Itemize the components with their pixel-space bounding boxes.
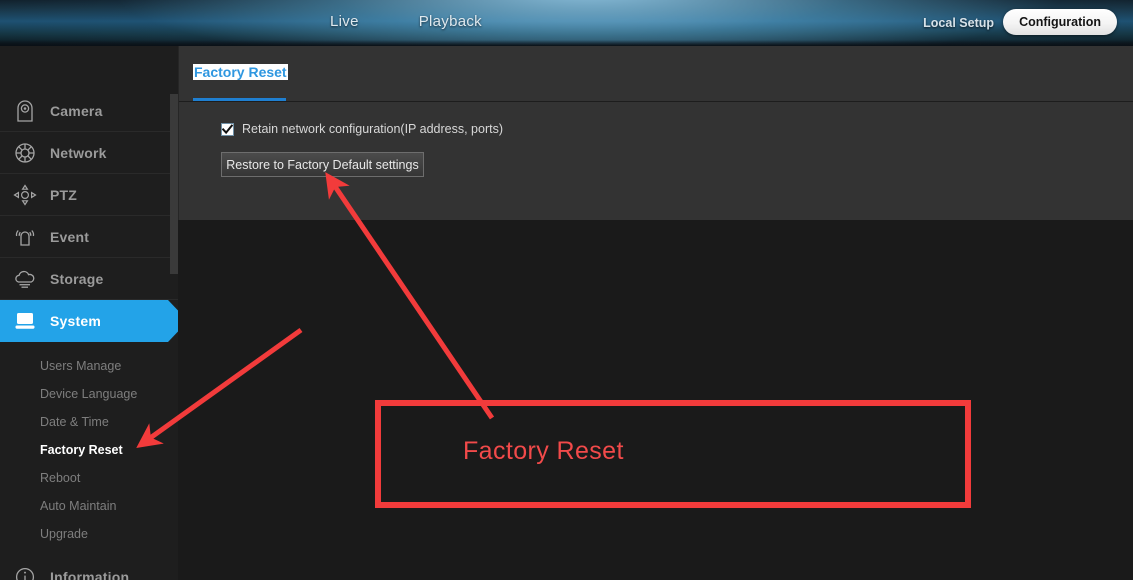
- sidebar-item-camera[interactable]: Camera: [0, 90, 178, 132]
- tab-active-underline: [193, 98, 286, 101]
- sidebar-subitem-date-time[interactable]: Date & Time: [0, 408, 178, 436]
- sidebar-subitem-auto-maintain[interactable]: Auto Maintain: [0, 492, 178, 520]
- sidebar-top-spacer: [0, 46, 178, 90]
- sidebar-subitem-device-language[interactable]: Device Language: [0, 380, 178, 408]
- tab-factory-reset[interactable]: Factory Reset: [193, 64, 288, 80]
- sidebar-item-label: Storage: [50, 270, 104, 287]
- retain-network-config-row[interactable]: Retain network configuration(IP address,…: [221, 120, 1133, 138]
- system-monitor-icon: [10, 308, 40, 334]
- sidebar: Camera Network PTZ Event Storage System …: [0, 46, 178, 580]
- sidebar-subitem-reboot[interactable]: Reboot: [0, 464, 178, 492]
- network-icon: [10, 140, 40, 166]
- top-navigation-bar: Live Playback Local Setup Configuration: [0, 0, 1133, 46]
- tab-bar: Factory Reset: [179, 46, 1133, 102]
- top-nav-links: Live Playback: [330, 13, 482, 30]
- footer-spacer: [0, 548, 178, 556]
- restore-factory-default-button[interactable]: Restore to Factory Default settings: [221, 152, 424, 177]
- configuration-button[interactable]: Configuration: [1003, 9, 1117, 35]
- ptz-icon: [10, 182, 40, 208]
- factory-reset-form: Retain network configuration(IP address,…: [179, 102, 1133, 177]
- event-bell-icon: [10, 224, 40, 250]
- nav-live[interactable]: Live: [330, 13, 359, 30]
- sidebar-item-system[interactable]: System: [0, 300, 178, 342]
- sidebar-subitem-users-manage[interactable]: Users Manage: [0, 352, 178, 380]
- sidebar-item-label: PTZ: [50, 186, 78, 203]
- storage-cloud-icon: [10, 266, 40, 292]
- submenu-spacer: [0, 342, 178, 352]
- camera-icon: [10, 98, 40, 124]
- sidebar-item-storage[interactable]: Storage: [0, 258, 178, 300]
- annotation-callout-box: [375, 400, 971, 508]
- sidebar-subitem-factory-reset[interactable]: Factory Reset: [0, 436, 178, 464]
- sidebar-item-label: System: [50, 313, 102, 329]
- content-panel: Factory Reset Retain network configurati…: [178, 46, 1133, 220]
- retain-network-config-checkbox[interactable]: [221, 122, 234, 136]
- sidebar-scrollbar[interactable]: [170, 94, 178, 274]
- retain-network-config-label: Retain network configuration(IP address,…: [242, 122, 504, 136]
- local-setup-link[interactable]: Local Setup: [923, 16, 994, 30]
- annotation-callout-text: Factory Reset: [463, 437, 624, 465]
- nav-playback[interactable]: Playback: [419, 13, 482, 30]
- sidebar-item-information[interactable]: Information: [0, 556, 178, 580]
- sidebar-item-network[interactable]: Network: [0, 132, 178, 174]
- sidebar-item-label: Network: [50, 144, 107, 161]
- sidebar-item-label: Camera: [50, 102, 103, 119]
- app-window: Live Playback Local Setup Configuration …: [0, 0, 1133, 580]
- sidebar-item-event[interactable]: Event: [0, 216, 178, 258]
- sidebar-item-label: Information: [50, 569, 130, 580]
- info-icon: [10, 564, 40, 580]
- sidebar-subitem-upgrade[interactable]: Upgrade: [0, 520, 178, 548]
- sidebar-item-ptz[interactable]: PTZ: [0, 174, 178, 216]
- sidebar-item-label: Event: [50, 228, 90, 245]
